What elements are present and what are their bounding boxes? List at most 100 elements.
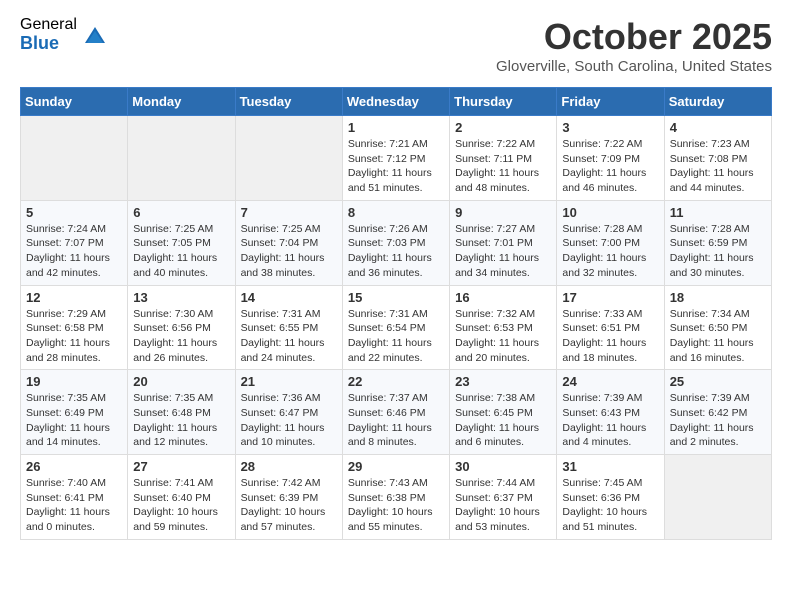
day-info: Sunrise: 7:31 AMSunset: 6:54 PMDaylight:… [348, 307, 444, 366]
calendar-cell: 4 Sunrise: 7:23 AMSunset: 7:08 PMDaylight… [664, 116, 771, 201]
day-info: Sunrise: 7:23 AMSunset: 7:08 PMDaylight:… [670, 137, 766, 196]
calendar-cell: 13Sunrise: 7:30 AMSunset: 6:56 PMDayligh… [128, 285, 235, 370]
day-info: Sunrise: 7:22 AMSunset: 7:11 PMDaylight:… [455, 137, 551, 196]
title-block: October 2025 Gloverville, South Carolina… [496, 16, 772, 75]
day-number: 24 [562, 374, 658, 389]
day-info: Sunrise: 7:25 AMSunset: 7:05 PMDaylight:… [133, 222, 229, 281]
day-number: 28 [241, 459, 337, 474]
calendar-cell: 9 Sunrise: 7:27 AMSunset: 7:01 PMDaylight… [450, 200, 557, 285]
calendar-cell: 15 Sunrise: 7:31 AMSunset: 6:54 PMDayligh… [342, 285, 449, 370]
calendar-cell: 30Sunrise: 7:44 AMSunset: 6:37 PMDayligh… [450, 455, 557, 540]
day-info: Sunrise: 7:38 AMSunset: 6:45 PMDaylight:… [455, 391, 551, 450]
day-info: Sunrise: 7:34 AMSunset: 6:50 PMDaylight:… [670, 307, 766, 366]
calendar-header-row: SundayMondayTuesdayWednesdayThursdayFrid… [21, 88, 772, 116]
day-number: 29 [348, 459, 444, 474]
day-number: 15 [348, 290, 444, 305]
calendar-week-row: 26 Sunrise: 7:40 AMSunset: 6:41 PMDayligh… [21, 455, 772, 540]
day-number: 1 [348, 120, 444, 135]
day-number: 9 [455, 205, 551, 220]
day-info: Sunrise: 7:28 AMSunset: 7:00 PMDaylight:… [562, 222, 658, 281]
day-number: 7 [241, 205, 337, 220]
calendar-week-row: 1 Sunrise: 7:21 AMSunset: 7:12 PMDaylight… [21, 116, 772, 201]
logo-general: General [20, 16, 77, 34]
calendar-cell: 29 Sunrise: 7:43 AMSunset: 6:38 PMDayligh… [342, 455, 449, 540]
calendar-cell: 2 Sunrise: 7:22 AMSunset: 7:11 PMDaylight… [450, 116, 557, 201]
day-info: Sunrise: 7:39 AMSunset: 6:42 PMDaylight:… [670, 391, 766, 450]
calendar-cell [664, 455, 771, 540]
day-info: Sunrise: 7:28 AMSunset: 6:59 PMDaylight:… [670, 222, 766, 281]
calendar-cell: 10Sunrise: 7:28 AMSunset: 7:00 PMDayligh… [557, 200, 664, 285]
calendar-cell [235, 116, 342, 201]
day-number: 4 [670, 120, 766, 135]
day-info: Sunrise: 7:43 AMSunset: 6:38 PMDaylight:… [348, 476, 444, 535]
day-number: 18 [670, 290, 766, 305]
day-number: 26 [26, 459, 122, 474]
day-info: Sunrise: 7:21 AMSunset: 7:12 PMDaylight:… [348, 137, 444, 196]
day-number: 20 [133, 374, 229, 389]
weekday-header: Friday [557, 88, 664, 116]
day-number: 31 [562, 459, 658, 474]
calendar-cell: 12Sunrise: 7:29 AMSunset: 6:58 PMDayligh… [21, 285, 128, 370]
logo: General Blue [20, 16, 109, 53]
day-info: Sunrise: 7:36 AMSunset: 6:47 PMDaylight:… [241, 391, 337, 450]
page-header: General Blue October 2025 Gloverville, S… [20, 16, 772, 75]
day-info: Sunrise: 7:22 AMSunset: 7:09 PMDaylight:… [562, 137, 658, 196]
calendar-cell: 22 Sunrise: 7:37 AMSunset: 6:46 PMDayligh… [342, 370, 449, 455]
day-info: Sunrise: 7:45 AMSunset: 6:36 PMDaylight:… [562, 476, 658, 535]
calendar-cell: 26 Sunrise: 7:40 AMSunset: 6:41 PMDayligh… [21, 455, 128, 540]
calendar-table: SundayMondayTuesdayWednesdayThursdayFrid… [20, 87, 772, 540]
weekday-header: Tuesday [235, 88, 342, 116]
calendar-week-row: 19 Sunrise: 7:35 AMSunset: 6:49 PMDayligh… [21, 370, 772, 455]
day-number: 21 [241, 374, 337, 389]
day-number: 13 [133, 290, 229, 305]
weekday-header: Sunday [21, 88, 128, 116]
day-info: Sunrise: 7:25 AMSunset: 7:04 PMDaylight:… [241, 222, 337, 281]
calendar-cell: 8 Sunrise: 7:26 AMSunset: 7:03 PMDaylight… [342, 200, 449, 285]
day-info: Sunrise: 7:35 AMSunset: 6:48 PMDaylight:… [133, 391, 229, 450]
day-number: 6 [133, 205, 229, 220]
day-number: 27 [133, 459, 229, 474]
day-number: 14 [241, 290, 337, 305]
day-number: 25 [670, 374, 766, 389]
day-number: 16 [455, 290, 551, 305]
month-title: October 2025 [496, 16, 772, 58]
day-number: 2 [455, 120, 551, 135]
calendar-cell: 20 Sunrise: 7:35 AMSunset: 6:48 PMDayligh… [128, 370, 235, 455]
day-number: 3 [562, 120, 658, 135]
day-number: 11 [670, 205, 766, 220]
day-info: Sunrise: 7:37 AMSunset: 6:46 PMDaylight:… [348, 391, 444, 450]
calendar-cell: 17Sunrise: 7:33 AMSunset: 6:51 PMDayligh… [557, 285, 664, 370]
day-number: 19 [26, 374, 122, 389]
day-info: Sunrise: 7:24 AMSunset: 7:07 PMDaylight:… [26, 222, 122, 281]
day-number: 5 [26, 205, 122, 220]
day-info: Sunrise: 7:26 AMSunset: 7:03 PMDaylight:… [348, 222, 444, 281]
day-info: Sunrise: 7:32 AMSunset: 6:53 PMDaylight:… [455, 307, 551, 366]
calendar-cell: 6 Sunrise: 7:25 AMSunset: 7:05 PMDaylight… [128, 200, 235, 285]
weekday-header: Monday [128, 88, 235, 116]
calendar-cell: 31 Sunrise: 7:45 AMSunset: 6:36 PMDayligh… [557, 455, 664, 540]
day-info: Sunrise: 7:39 AMSunset: 6:43 PMDaylight:… [562, 391, 658, 450]
calendar-cell: 18 Sunrise: 7:34 AMSunset: 6:50 PMDayligh… [664, 285, 771, 370]
day-info: Sunrise: 7:27 AMSunset: 7:01 PMDaylight:… [455, 222, 551, 281]
calendar-cell: 19 Sunrise: 7:35 AMSunset: 6:49 PMDayligh… [21, 370, 128, 455]
calendar-cell: 21 Sunrise: 7:36 AMSunset: 6:47 PMDayligh… [235, 370, 342, 455]
day-info: Sunrise: 7:35 AMSunset: 6:49 PMDaylight:… [26, 391, 122, 450]
calendar-week-row: 12Sunrise: 7:29 AMSunset: 6:58 PMDayligh… [21, 285, 772, 370]
day-number: 8 [348, 205, 444, 220]
calendar-cell [21, 116, 128, 201]
day-info: Sunrise: 7:40 AMSunset: 6:41 PMDaylight:… [26, 476, 122, 535]
calendar-cell: 11 Sunrise: 7:28 AMSunset: 6:59 PMDayligh… [664, 200, 771, 285]
calendar-cell: 24 Sunrise: 7:39 AMSunset: 6:43 PMDayligh… [557, 370, 664, 455]
calendar-cell: 14Sunrise: 7:31 AMSunset: 6:55 PMDayligh… [235, 285, 342, 370]
calendar-cell: 27 Sunrise: 7:41 AMSunset: 6:40 PMDayligh… [128, 455, 235, 540]
day-info: Sunrise: 7:41 AMSunset: 6:40 PMDaylight:… [133, 476, 229, 535]
calendar-cell: 25 Sunrise: 7:39 AMSunset: 6:42 PMDayligh… [664, 370, 771, 455]
day-info: Sunrise: 7:29 AMSunset: 6:58 PMDaylight:… [26, 307, 122, 366]
location: Gloverville, South Carolina, United Stat… [496, 58, 772, 75]
calendar-cell: 23 Sunrise: 7:38 AMSunset: 6:45 PMDayligh… [450, 370, 557, 455]
calendar-cell: 16 Sunrise: 7:32 AMSunset: 6:53 PMDayligh… [450, 285, 557, 370]
day-info: Sunrise: 7:33 AMSunset: 6:51 PMDaylight:… [562, 307, 658, 366]
day-number: 23 [455, 374, 551, 389]
calendar-cell: 5 Sunrise: 7:24 AMSunset: 7:07 PMDaylight… [21, 200, 128, 285]
day-number: 22 [348, 374, 444, 389]
